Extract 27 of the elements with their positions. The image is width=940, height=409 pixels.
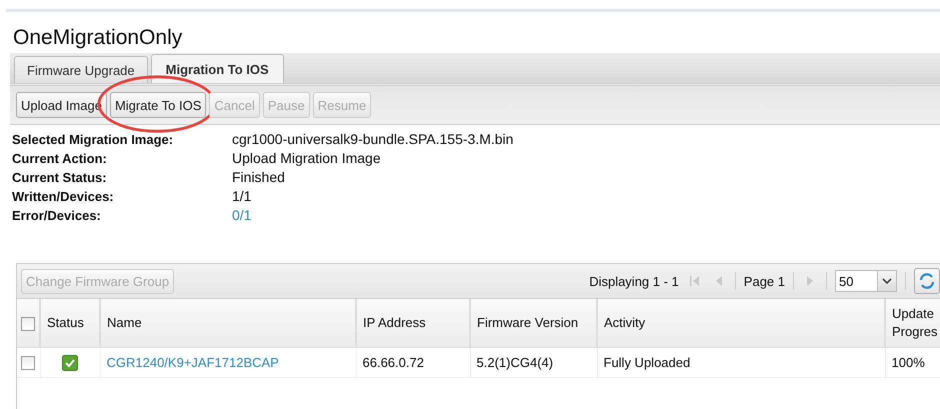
detail-label: Selected Migration Image: xyxy=(12,131,174,149)
page-label: Page 1 xyxy=(744,274,785,288)
row-checkbox[interactable] xyxy=(21,356,35,370)
tab[interactable]: Migration To IOS xyxy=(150,54,284,83)
page-size-select[interactable]: 50 xyxy=(835,270,897,292)
device-name-link[interactable]: CGR1240/K9+JAF1712BCAP xyxy=(106,355,279,370)
dropdown-caret-icon xyxy=(882,278,892,284)
firmware-cell: 5.2(1)CG4(4) xyxy=(476,355,554,370)
refresh-button[interactable] xyxy=(914,268,940,294)
activity-cell: Fully Uploaded xyxy=(604,355,690,370)
ip-cell: 66.66.0.72 xyxy=(362,355,424,370)
detail-value: Upload Migration Image xyxy=(232,149,382,168)
paging-info: Displaying 1 - 1 xyxy=(589,274,679,288)
tab[interactable]: Firmware Upgrade xyxy=(14,56,148,83)
detail-label: Written/Devices: xyxy=(12,188,115,206)
page-title: OneMigrationOnly xyxy=(13,26,184,50)
detail-value: Finished xyxy=(232,168,286,187)
detail-value: 1/1 xyxy=(232,187,252,206)
progress-cell: 100% xyxy=(892,355,925,370)
refresh-icon xyxy=(918,272,936,290)
detail-label: Current Action: xyxy=(12,150,108,168)
toolbar-button[interactable]: Migrate To IOS xyxy=(110,92,206,118)
detail-label: Error/Devices: xyxy=(12,207,102,225)
detail-value: cgr1000-universalk9-bundle.SPA.155-3.M.bin xyxy=(232,130,514,149)
select-all-checkbox[interactable] xyxy=(21,316,35,331)
detail-label: Current Status: xyxy=(12,169,108,187)
detail-link[interactable]: 0/1 xyxy=(232,206,514,225)
